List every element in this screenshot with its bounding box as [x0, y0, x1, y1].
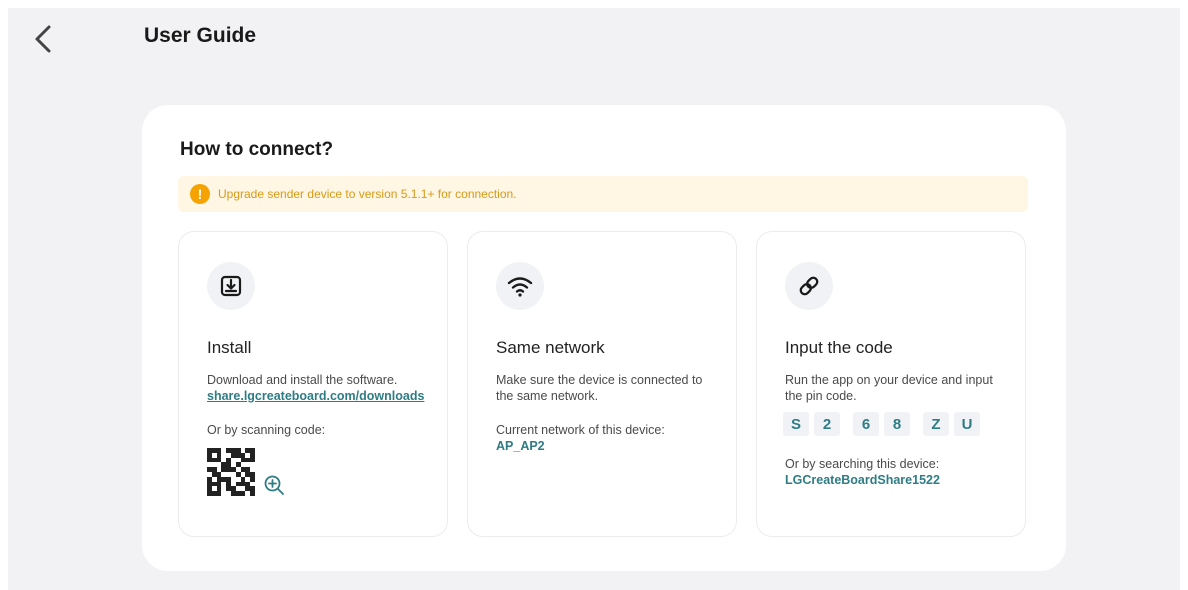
- user-guide-screen: User Guide How to connect? ! Upgrade sen…: [8, 8, 1180, 590]
- back-button[interactable]: [26, 22, 60, 56]
- network-description: Make sure the device is connected to the…: [496, 373, 703, 403]
- pin-char: 8: [884, 412, 910, 436]
- wifi-icon: [507, 277, 533, 297]
- search-label: Or by searching this device:: [785, 457, 940, 471]
- code-description: Run the app on your device and input the…: [785, 373, 993, 403]
- install-title: Install: [207, 338, 252, 357]
- network-card: Same network Make sure the device is con…: [467, 231, 737, 537]
- code-card: Input the code Run the app on your devic…: [756, 231, 1026, 537]
- notice-text: Upgrade sender device to version 5.1.1+ …: [218, 187, 517, 201]
- install-card: Install Download and install the softwar…: [178, 231, 448, 537]
- current-network-label: Current network of this device:: [496, 423, 665, 437]
- network-body: Make sure the device is connected to the…: [496, 372, 736, 454]
- qr-row: [207, 448, 285, 496]
- install-body: Download and install the software. share…: [207, 372, 447, 438]
- download-icon: [220, 275, 242, 297]
- install-description: Download and install the software.: [207, 373, 398, 387]
- device-name: LGCreateBoardShare1522: [785, 473, 940, 487]
- zoom-in-icon[interactable]: [263, 474, 285, 496]
- pin-char: 2: [814, 412, 840, 436]
- chevron-left-icon: [35, 25, 51, 53]
- upgrade-notice: ! Upgrade sender device to version 5.1.1…: [178, 176, 1028, 212]
- code-body: Run the app on your device and input the…: [785, 372, 1025, 404]
- network-icon-wrap: [496, 262, 544, 310]
- connect-panel: How to connect? ! Upgrade sender device …: [142, 105, 1066, 571]
- pin-char: Z: [923, 412, 949, 436]
- link-icon: [799, 276, 819, 296]
- install-icon-wrap: [207, 262, 255, 310]
- panel-title: How to connect?: [180, 139, 334, 160]
- network-name: AP_AP2: [496, 439, 545, 453]
- pin-code: S 2 6 8 Z U: [783, 412, 985, 436]
- network-title: Same network: [496, 338, 605, 357]
- download-link[interactable]: share.lgcreateboard.com/downloads: [207, 388, 447, 404]
- code-icon-wrap: [785, 262, 833, 310]
- scan-label: Or by scanning code:: [207, 423, 326, 437]
- warning-icon: !: [190, 184, 210, 204]
- pin-char: S: [783, 412, 809, 436]
- page-title: User Guide: [144, 24, 257, 47]
- pin-char: 6: [853, 412, 879, 436]
- search-block: Or by searching this device: LGCreateBoa…: [785, 456, 940, 488]
- code-title: Input the code: [785, 338, 893, 357]
- pin-char: U: [954, 412, 980, 436]
- qr-code: [207, 448, 255, 496]
